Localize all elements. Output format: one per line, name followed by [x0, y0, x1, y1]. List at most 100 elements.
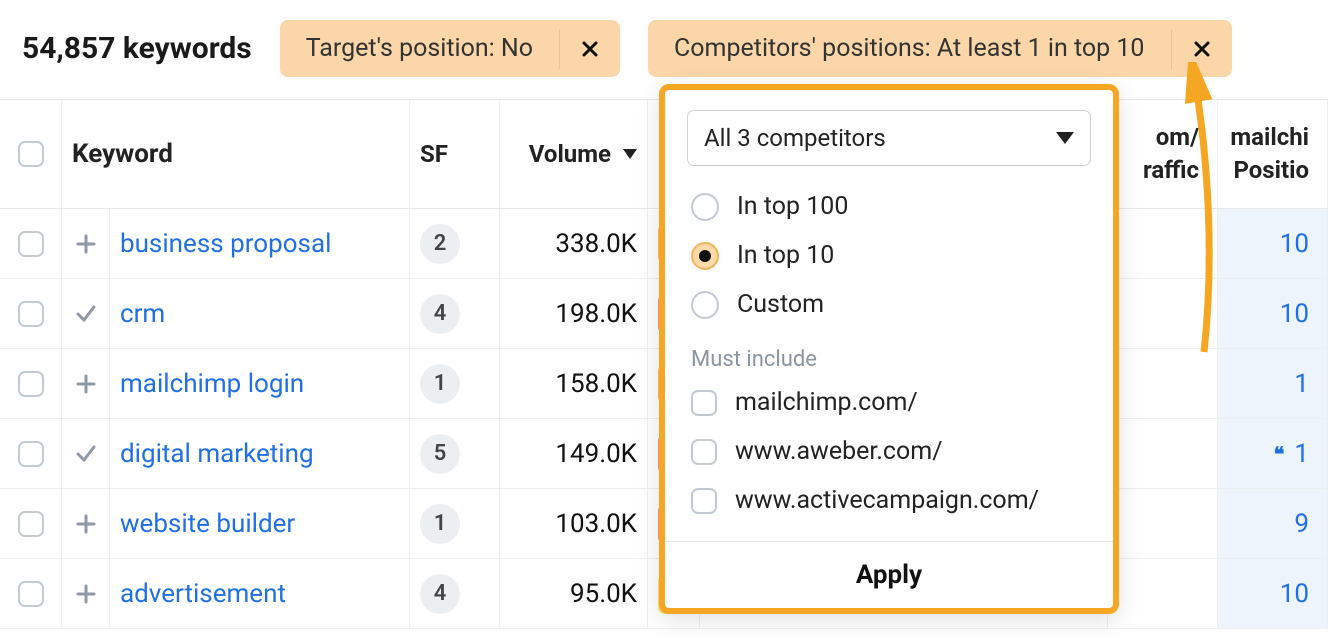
must-include-checkbox[interactable]: mailchimp.com/	[687, 378, 1091, 427]
sf-cell[interactable]: 5	[410, 419, 500, 488]
position-cell[interactable]: 1	[1218, 349, 1328, 418]
competitors-positions-panel: All 3 competitors In top 100In top 10 Cus…	[659, 84, 1119, 614]
sf-badge: 1	[420, 504, 460, 544]
row-checkbox-cell[interactable]	[0, 349, 62, 418]
volume-cell: 338.0K	[500, 209, 648, 278]
position-cell[interactable]: 10	[1218, 559, 1328, 628]
position-value: 10	[1280, 299, 1309, 329]
domain-traffic-cell	[1108, 489, 1218, 558]
row-checkbox-cell[interactable]	[0, 209, 62, 278]
filter-pill-close[interactable]	[1171, 29, 1232, 69]
check-icon	[72, 440, 99, 468]
volume-cell: 103.0K	[500, 489, 648, 558]
must-include-checkbox[interactable]: www.aweber.com/	[687, 427, 1091, 476]
must-include-label: Must include	[691, 347, 1087, 372]
domain-traffic-cell	[1108, 209, 1218, 278]
position-value: 9	[1294, 509, 1309, 539]
sf-badge: 4	[420, 294, 460, 334]
select-all-cell[interactable]	[0, 100, 62, 208]
keyword-count: 54,857 keywords	[22, 31, 252, 66]
row-checkbox[interactable]	[18, 581, 44, 607]
position-cell[interactable]: 9	[1218, 489, 1328, 558]
sf-cell[interactable]: 4	[410, 279, 500, 348]
position-cell[interactable]: 10	[1218, 209, 1328, 278]
radio-icon	[691, 193, 719, 221]
row-add-cell[interactable]	[62, 349, 110, 418]
filter-pill-label[interactable]: Competitors' positions: At least 1 in to…	[648, 20, 1170, 77]
competitors-select-label: All 3 competitors	[704, 124, 886, 152]
checkbox-label: www.aweber.com/	[735, 437, 943, 466]
sf-badge: 5	[420, 434, 460, 474]
keyword-link[interactable]: advertisement	[110, 559, 410, 628]
domain-traffic-cell	[1108, 419, 1218, 488]
checkbox-icon	[691, 439, 717, 465]
position-value: 10	[1280, 229, 1309, 259]
filter-pill-target-position[interactable]: Target's position: No	[280, 20, 620, 77]
radio-icon	[691, 291, 719, 319]
sf-cell[interactable]: 1	[410, 349, 500, 418]
radio-icon	[691, 242, 719, 270]
must-include-checkbox[interactable]: www.activecampaign.com/	[687, 476, 1091, 525]
keyword-link[interactable]: crm	[110, 279, 410, 348]
keyword-link[interactable]: business proposal	[110, 209, 410, 278]
col-header-domain[interactable]: om/ raffic	[1108, 100, 1218, 208]
keyword-link[interactable]: mailchimp login	[110, 349, 410, 418]
keyword-link[interactable]: digital marketing	[110, 419, 410, 488]
row-checkbox-cell[interactable]	[0, 559, 62, 628]
close-icon	[1192, 39, 1212, 59]
row-checkbox-cell[interactable]	[0, 279, 62, 348]
checkbox-label: www.activecampaign.com/	[735, 486, 1039, 515]
radio-label: Custom	[737, 290, 824, 319]
plus-icon	[72, 580, 99, 608]
row-add-cell[interactable]	[62, 559, 110, 628]
sf-cell[interactable]: 1	[410, 489, 500, 558]
row-checkbox-cell[interactable]	[0, 489, 62, 558]
plus-icon	[72, 510, 99, 538]
position-value: 1	[1294, 369, 1309, 399]
sf-badge: 1	[420, 364, 460, 404]
row-checkbox[interactable]	[18, 511, 44, 537]
filter-pill-competitors-positions[interactable]: Competitors' positions: At least 1 in to…	[648, 20, 1231, 77]
row-add-cell[interactable]	[62, 209, 110, 278]
position-range-radio[interactable]: In top 10	[687, 231, 1091, 280]
position-range-radio[interactable]: In top 100	[687, 182, 1091, 231]
col-header-sf[interactable]: SF	[410, 100, 500, 208]
checkbox-icon	[691, 390, 717, 416]
sf-cell[interactable]: 2	[410, 209, 500, 278]
select-all-checkbox[interactable]	[18, 141, 44, 167]
col-header-volume-label: Volume	[529, 140, 611, 168]
plus-icon	[72, 230, 99, 258]
col-header-volume[interactable]: Volume	[500, 100, 648, 208]
checkbox-icon	[691, 488, 717, 514]
row-add-cell[interactable]	[62, 279, 110, 348]
filter-pill-label[interactable]: Target's position: No	[280, 20, 559, 77]
checkbox-label: mailchimp.com/	[735, 388, 918, 417]
col-header-position[interactable]: mailchi Positio	[1218, 100, 1328, 208]
position-value: 10	[1280, 579, 1309, 609]
sf-cell[interactable]: 4	[410, 559, 500, 628]
filter-pill-close[interactable]	[559, 29, 620, 69]
domain-traffic-cell	[1108, 279, 1218, 348]
competitors-select[interactable]: All 3 competitors	[687, 110, 1091, 166]
row-add-cell[interactable]	[62, 489, 110, 558]
volume-cell: 149.0K	[500, 419, 648, 488]
row-checkbox[interactable]	[18, 441, 44, 467]
row-checkbox-cell[interactable]	[0, 419, 62, 488]
row-checkbox[interactable]	[18, 301, 44, 327]
keyword-link[interactable]: website builder	[110, 489, 410, 558]
app-root: { "header": { "keywords_count_text": "54…	[0, 0, 1328, 638]
plus-icon	[72, 370, 99, 398]
row-add-cell[interactable]	[62, 419, 110, 488]
featured-snippet-icon: ❝	[1274, 442, 1285, 466]
position-cell[interactable]: ❝1	[1218, 419, 1328, 488]
position-cell[interactable]: 10	[1218, 279, 1328, 348]
volume-cell: 95.0K	[500, 559, 648, 628]
position-range-radio[interactable]: Custom	[687, 280, 1091, 329]
sort-desc-icon	[623, 149, 637, 159]
row-checkbox[interactable]	[18, 371, 44, 397]
apply-button[interactable]: Apply	[665, 541, 1113, 608]
sf-badge: 4	[420, 574, 460, 614]
col-header-keyword[interactable]: Keyword	[62, 100, 410, 208]
row-checkbox[interactable]	[18, 231, 44, 257]
domain-traffic-cell	[1108, 559, 1218, 628]
